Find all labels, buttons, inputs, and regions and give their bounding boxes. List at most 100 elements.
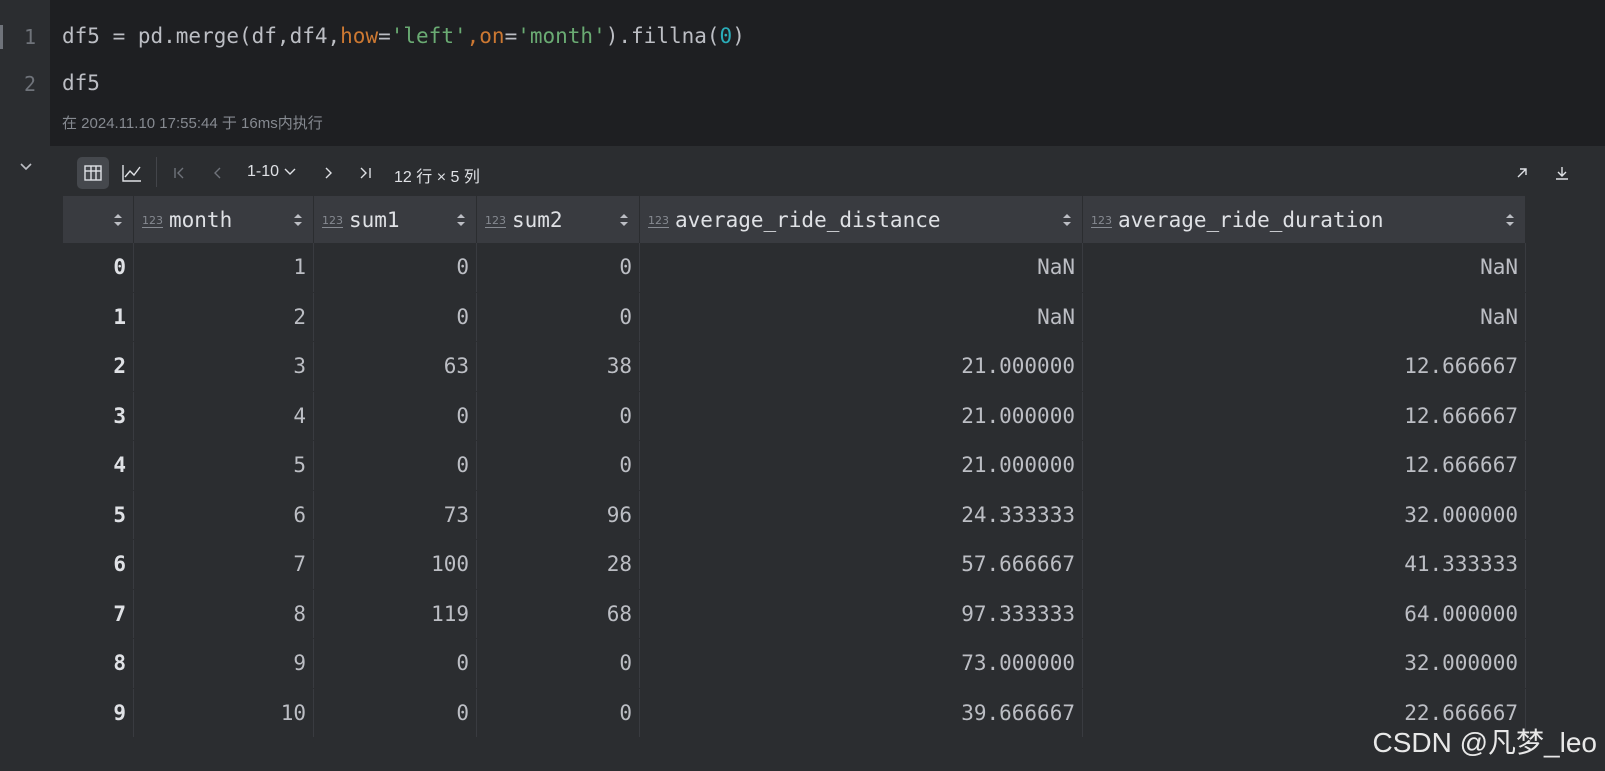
table-row[interactable]: 3 4 0 0 21.000000 12.666667 <box>63 391 1526 441</box>
cell-sum2[interactable]: 0 <box>476 292 640 342</box>
cell-sum1[interactable]: 73 <box>313 490 477 540</box>
cell-average-ride-distance[interactable]: 73.000000 <box>639 638 1083 689</box>
cell-month[interactable]: 6 <box>133 490 314 540</box>
sort-icon[interactable] <box>1062 212 1072 228</box>
sort-icon[interactable] <box>293 212 303 228</box>
watermark: CSDN @凡梦_leo <box>1372 727 1597 758</box>
row-index: 1 <box>63 292 134 342</box>
cell-average-ride-duration[interactable]: 32.000000 <box>1082 638 1526 689</box>
cell-month[interactable]: 8 <box>133 589 314 639</box>
type-badge-icon: 123 <box>1091 213 1112 228</box>
sort-icon[interactable] <box>456 212 466 228</box>
cell-sum2[interactable]: 0 <box>476 391 640 441</box>
cell-sum1[interactable]: 0 <box>313 440 477 491</box>
page-range-label: 1-10 <box>247 163 280 180</box>
row-index: 3 <box>63 391 134 441</box>
code-line-1[interactable]: df5 = pd.merge(df,df4,how='left',on='mon… <box>62 24 745 48</box>
table-row[interactable]: 8 9 0 0 73.000000 32.000000 <box>63 638 1526 689</box>
cell-average-ride-duration[interactable]: 12.666667 <box>1082 391 1526 441</box>
cell-average-ride-distance[interactable]: 24.333333 <box>639 490 1083 540</box>
cell-sum2[interactable]: 0 <box>476 638 640 689</box>
row-index: 9 <box>63 688 134 738</box>
column-header-month[interactable]: 123 month <box>133 196 314 243</box>
sort-icon[interactable] <box>619 212 629 228</box>
sort-icon[interactable] <box>113 212 123 228</box>
cell-average-ride-distance[interactable]: NaN <box>639 292 1083 342</box>
last-page-icon <box>360 167 371 179</box>
cell-average-ride-duration[interactable]: NaN <box>1082 243 1526 293</box>
cell-average-ride-duration[interactable]: 12.666667 <box>1082 341 1526 392</box>
download-button[interactable] <box>1551 157 1573 189</box>
cell-average-ride-duration[interactable]: NaN <box>1082 292 1526 342</box>
cell-sum1[interactable]: 0 <box>313 243 477 293</box>
cell-average-ride-duration[interactable]: 32.000000 <box>1082 490 1526 540</box>
cell-average-ride-distance[interactable]: 97.333333 <box>639 589 1083 639</box>
cell-month[interactable]: 5 <box>133 440 314 491</box>
prev-page-button[interactable] <box>207 157 229 189</box>
open-in-new-button[interactable] <box>1511 157 1533 189</box>
cell-sum2[interactable]: 38 <box>476 341 640 392</box>
column-label: month <box>169 207 233 232</box>
cell-month[interactable]: 10 <box>133 688 314 738</box>
type-badge-icon: 123 <box>142 213 163 228</box>
column-label: average_ride_duration <box>1118 207 1384 232</box>
table-row[interactable]: 2 3 63 38 21.000000 12.666667 <box>63 341 1526 392</box>
table-row[interactable]: 1 2 0 0 NaN NaN <box>63 292 1526 342</box>
chevron-left-icon <box>214 167 221 179</box>
cell-average-ride-duration[interactable]: 12.666667 <box>1082 440 1526 491</box>
table-row[interactable]: 5 6 73 96 24.333333 32.000000 <box>63 490 1526 540</box>
table-row[interactable]: 0 1 0 0 NaN NaN <box>63 243 1526 293</box>
cell-sum2[interactable]: 28 <box>476 539 640 590</box>
row-index: 8 <box>63 638 134 689</box>
cell-sum1[interactable]: 63 <box>313 341 477 392</box>
cell-sum2[interactable]: 68 <box>476 589 640 639</box>
cell-average-ride-distance[interactable]: 21.000000 <box>639 440 1083 491</box>
table-row[interactable]: 4 5 0 0 21.000000 12.666667 <box>63 440 1526 491</box>
table-row[interactable]: 6 7 100 28 57.666667 41.333333 <box>63 539 1526 590</box>
table-row[interactable]: 9 10 0 0 39.666667 22.666667 <box>63 688 1526 738</box>
line-chart-icon <box>122 165 141 182</box>
cell-month[interactable]: 1 <box>133 243 314 293</box>
cell-sum1[interactable]: 0 <box>313 292 477 342</box>
cell-average-ride-distance[interactable]: 21.000000 <box>639 341 1083 392</box>
cell-month[interactable]: 9 <box>133 638 314 689</box>
cell-month[interactable]: 4 <box>133 391 314 441</box>
column-header-sum2[interactable]: 123 sum2 <box>476 196 640 243</box>
column-header-average-ride-duration[interactable]: 123 average_ride_duration <box>1082 196 1526 243</box>
cell-month[interactable]: 2 <box>133 292 314 342</box>
table-row[interactable]: 7 8 119 68 97.333333 64.000000 <box>63 589 1526 639</box>
cell-sum2[interactable]: 0 <box>476 243 640 293</box>
cell-sum1[interactable]: 0 <box>313 688 477 738</box>
cell-average-ride-distance[interactable]: NaN <box>639 243 1083 293</box>
page-range-select[interactable]: 1-10 <box>247 163 297 181</box>
cell-sum2[interactable]: 0 <box>476 440 640 491</box>
cell-sum1[interactable]: 119 <box>313 589 477 639</box>
sort-icon[interactable] <box>1505 212 1515 228</box>
cell-average-ride-distance[interactable]: 57.666667 <box>639 539 1083 590</box>
cell-average-ride-duration[interactable]: 64.000000 <box>1082 589 1526 639</box>
column-label: sum2 <box>512 207 563 232</box>
cell-sum1[interactable]: 0 <box>313 638 477 689</box>
cell-sum2[interactable]: 96 <box>476 490 640 540</box>
cell-average-ride-distance[interactable]: 21.000000 <box>639 391 1083 441</box>
table-icon <box>84 165 102 181</box>
first-page-button[interactable] <box>169 157 191 189</box>
column-header-sum1[interactable]: 123 sum1 <box>313 196 477 243</box>
column-header-average-ride-distance[interactable]: 123 average_ride_distance <box>639 196 1083 243</box>
code-editor[interactable]: df5 = pd.merge(df,df4,how='left',on='mon… <box>50 0 1605 146</box>
chart-view-button[interactable] <box>117 157 147 189</box>
cell-sum2[interactable]: 0 <box>476 688 640 738</box>
collapse-output-icon[interactable] <box>16 157 36 177</box>
dataframe-shape: 12 行 × 5 列 <box>394 169 480 186</box>
cell-sum1[interactable]: 100 <box>313 539 477 590</box>
code-line-2[interactable]: df5 <box>62 71 100 95</box>
cell-sum1[interactable]: 0 <box>313 391 477 441</box>
cell-average-ride-distance[interactable]: 39.666667 <box>639 688 1083 738</box>
column-header-index[interactable] <box>63 196 134 243</box>
last-page-button[interactable] <box>353 157 377 189</box>
cell-month[interactable]: 7 <box>133 539 314 590</box>
table-view-button[interactable] <box>77 157 109 189</box>
next-page-button[interactable] <box>317 157 339 189</box>
cell-month[interactable]: 3 <box>133 341 314 392</box>
cell-average-ride-duration[interactable]: 41.333333 <box>1082 539 1526 590</box>
